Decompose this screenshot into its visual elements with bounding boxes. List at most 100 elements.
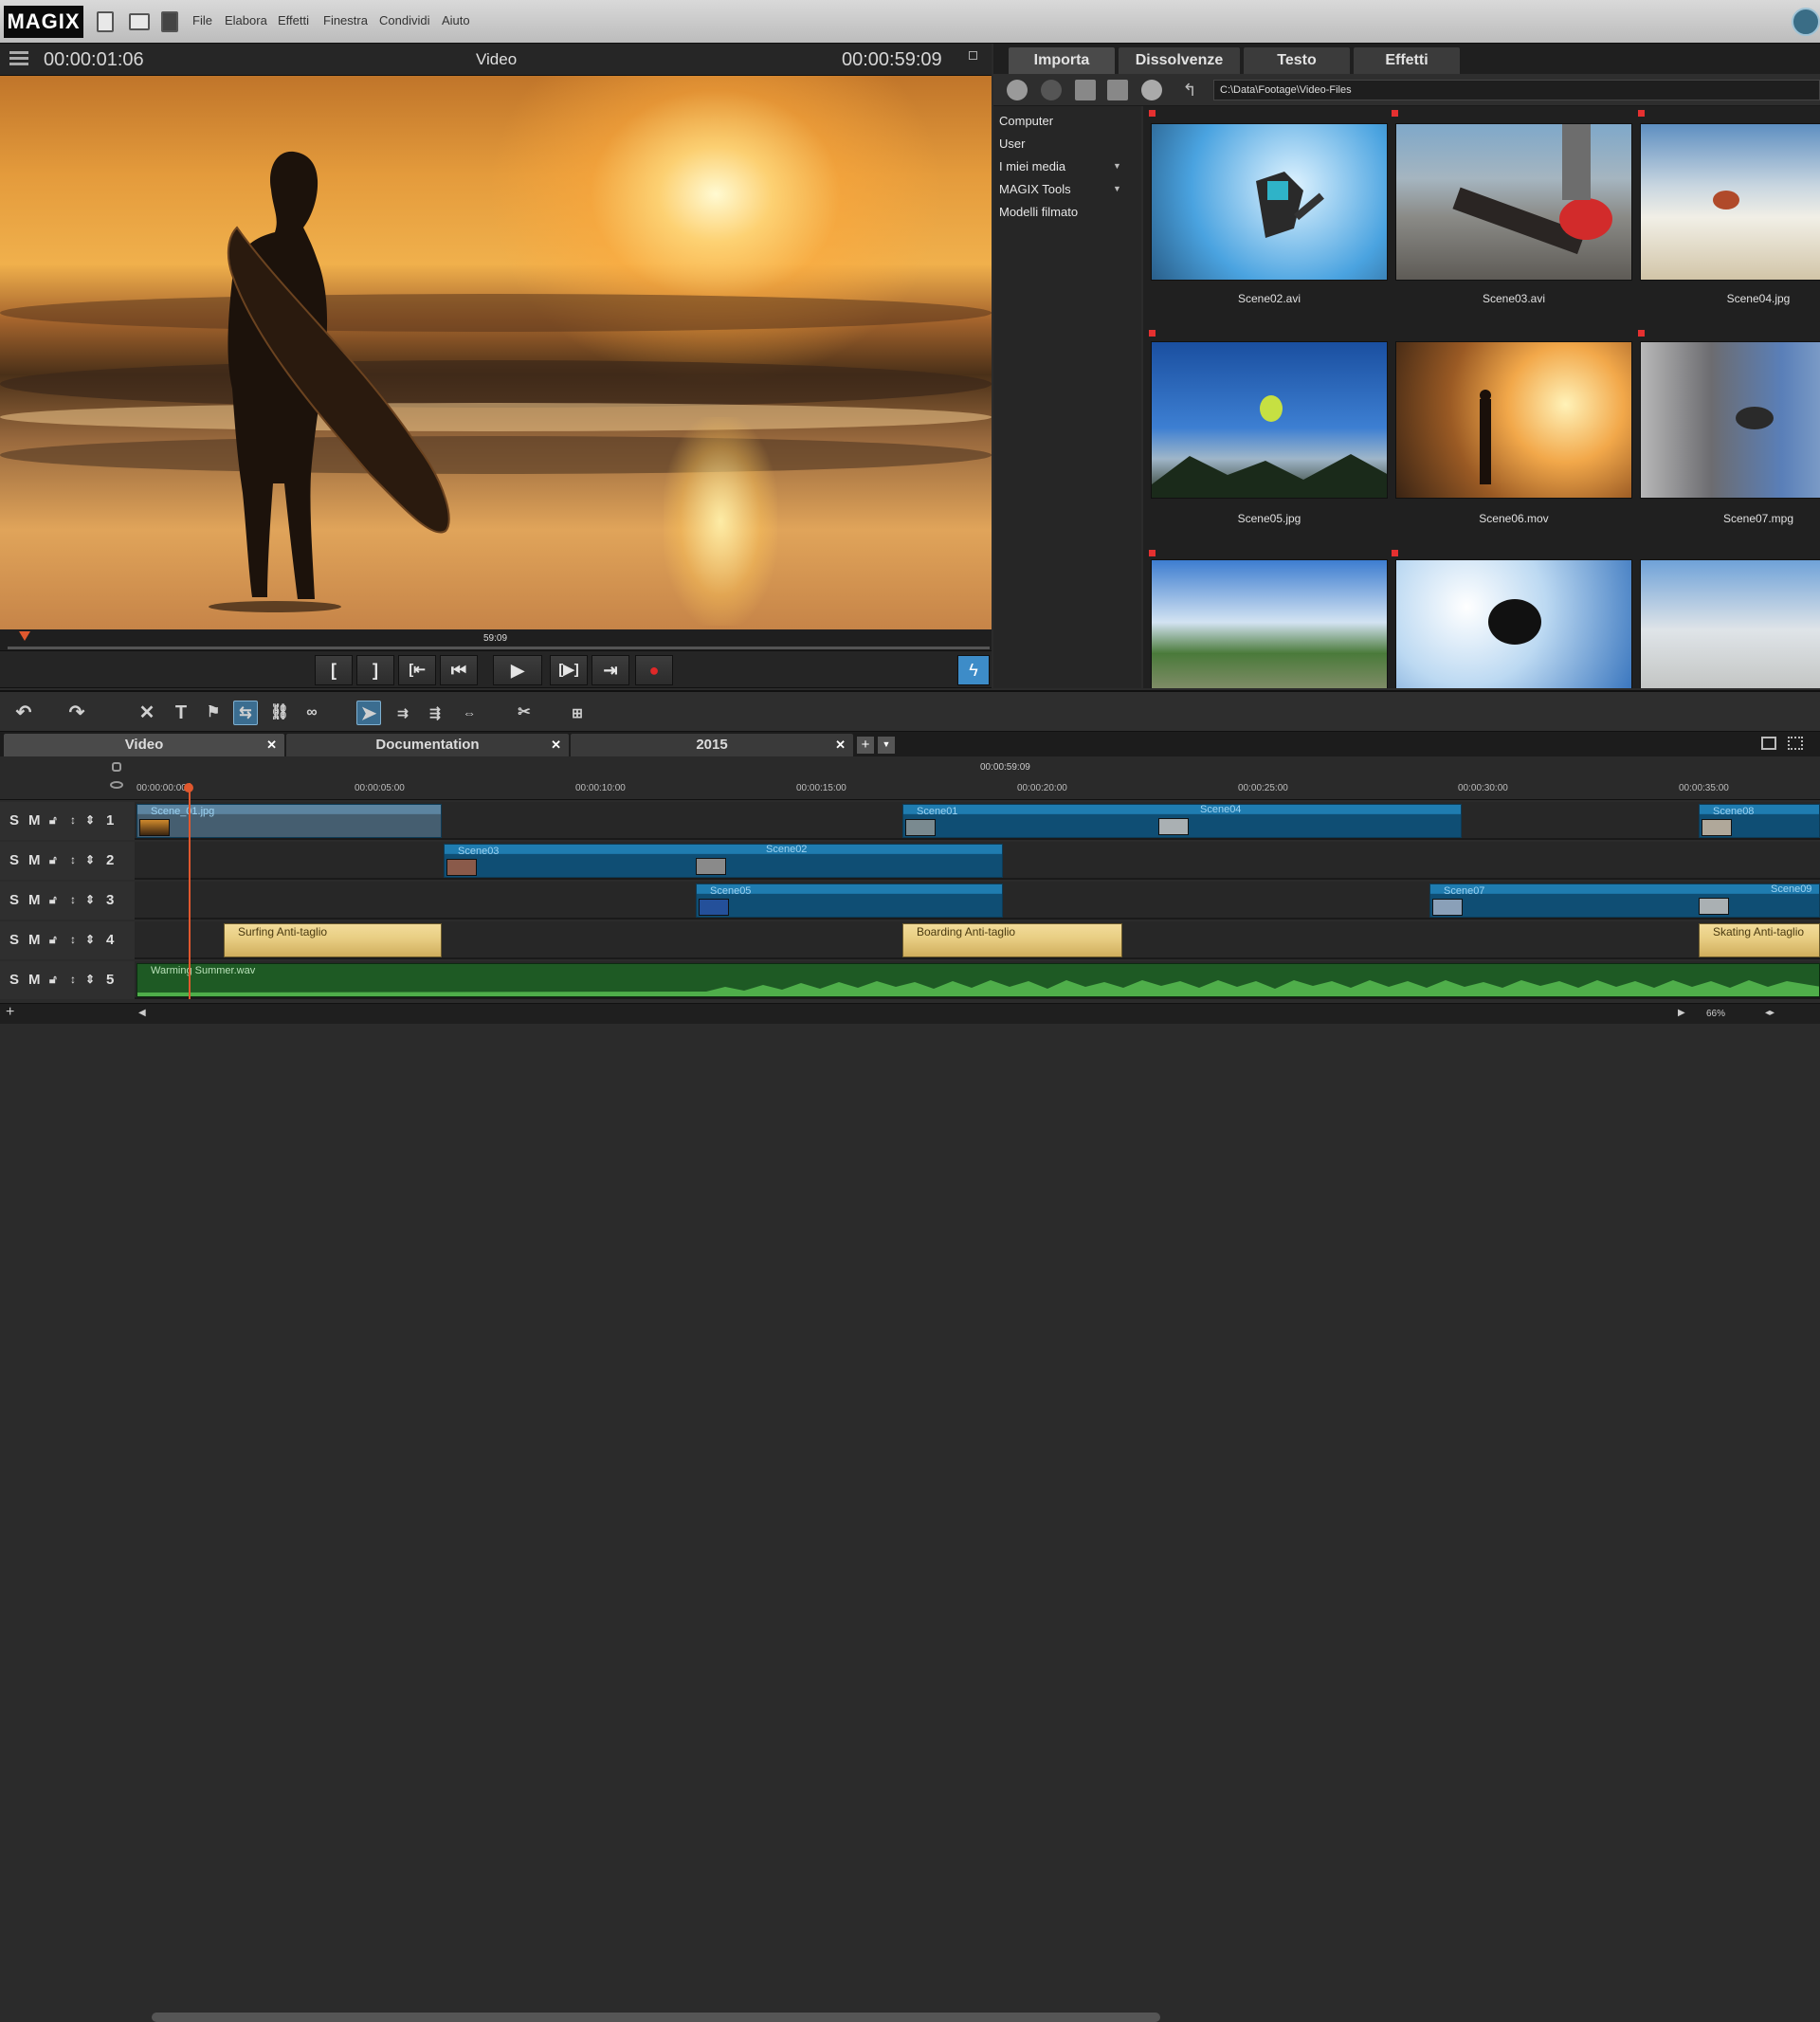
stretch-tool-icon[interactable]: ⇔ — [457, 701, 482, 725]
new-file-icon[interactable] — [97, 11, 114, 32]
link-icon[interactable]: ⛓ — [267, 701, 292, 725]
flash-render-icon[interactable]: ϟ — [957, 655, 990, 685]
close-icon[interactable]: ✕ — [266, 734, 277, 756]
tab-video[interactable]: Video ✕ — [4, 734, 284, 756]
multi-track-tool-icon[interactable]: ⇶ — [423, 701, 447, 725]
single-view-icon[interactable] — [1761, 737, 1776, 750]
tree-item-movie-templates[interactable]: Modelli filmato — [999, 205, 1078, 219]
collapse-icon[interactable]: ⇕ — [85, 973, 95, 986]
scroll-left-icon[interactable]: ◀ — [138, 1008, 146, 1018]
tree-item-computer[interactable]: Computer — [999, 114, 1053, 128]
hamburger-menu-icon[interactable] — [9, 51, 28, 54]
title-text-icon[interactable]: T — [169, 701, 193, 725]
mark-in-button[interactable]: [ — [315, 655, 353, 685]
menu-aiuto[interactable]: Aiuto — [442, 13, 470, 27]
mute-button[interactable]: M — [28, 892, 41, 908]
solo-button[interactable]: S — [9, 892, 19, 908]
delete-icon[interactable]: ✕ — [135, 701, 159, 725]
tab-dissolvenze[interactable]: Dissolvenze — [1119, 47, 1240, 74]
thumbnail-scene02[interactable] — [1151, 123, 1388, 281]
ripple-mode-icon[interactable]: ⇆ — [233, 701, 258, 725]
mute-button[interactable]: M — [28, 812, 41, 829]
maximize-icon[interactable] — [969, 51, 977, 60]
tab-testo[interactable]: Testo — [1244, 47, 1350, 74]
title-clip[interactable]: Boarding Anti-taglio — [902, 923, 1122, 957]
unlink-icon[interactable]: ∞ — [300, 701, 324, 725]
eye-icon[interactable] — [110, 781, 123, 789]
scrub-handle-icon[interactable] — [19, 631, 30, 641]
lock-icon[interactable] — [112, 762, 121, 772]
zoom-fit-icon[interactable]: ⊞ — [565, 701, 590, 725]
collapse-icon[interactable]: ⇕ — [85, 853, 95, 866]
lock-icon[interactable]: 🔓︎ — [49, 853, 57, 867]
menu-finestra[interactable]: Finestra — [323, 13, 368, 27]
thumbnail-scene09[interactable] — [1395, 559, 1632, 688]
mute-button[interactable]: M — [28, 852, 41, 868]
zoom-level[interactable]: 66% — [1706, 1009, 1725, 1019]
tab-importa[interactable]: Importa — [1009, 47, 1115, 74]
tab-2015[interactable]: 2015 ✕ — [571, 734, 853, 756]
collapse-icon[interactable]: ⇕ — [85, 893, 95, 906]
menu-condividi[interactable]: Condividi — [379, 13, 429, 27]
height-arrows-icon[interactable]: ↕ — [70, 973, 76, 986]
thumbnail-scene06[interactable] — [1395, 341, 1632, 499]
folder-tree-icon[interactable] — [1075, 80, 1096, 100]
cut-tool-icon[interactable]: ✂ — [512, 701, 537, 725]
scrub-track[interactable] — [8, 647, 990, 649]
clip[interactable]: Scene_01.jpg — [136, 804, 442, 838]
timeline-ruler[interactable]: 00:00:59:09 00:00:00:00 00:00:05:00 00:0… — [0, 756, 1820, 800]
thumbnail-scene04[interactable] — [1640, 123, 1820, 281]
collapse-icon[interactable]: ⇕ — [85, 813, 95, 827]
height-arrows-icon[interactable]: ↕ — [70, 813, 76, 827]
playhead[interactable] — [189, 783, 191, 999]
marker-flag-icon[interactable]: ⚑ — [201, 701, 226, 725]
back-arrow-icon[interactable] — [1007, 80, 1028, 100]
go-to-in-button[interactable]: [⇤ — [398, 655, 436, 685]
mark-out-button[interactable]: ] — [356, 655, 394, 685]
horizontal-scrollbar[interactable] — [152, 2013, 1160, 2022]
thumbnail-scene10[interactable] — [1640, 559, 1820, 688]
mute-button[interactable]: M — [28, 972, 41, 988]
lock-icon[interactable]: 🔓︎ — [49, 893, 57, 907]
range-tool-icon[interactable]: ⇉ — [391, 701, 415, 725]
play-in-out-button[interactable]: [▶] — [550, 655, 588, 685]
close-icon[interactable]: ✕ — [551, 734, 561, 756]
menu-elabora[interactable]: Elabora — [225, 13, 267, 27]
previous-marker-button[interactable]: ⏮ — [440, 655, 478, 685]
lock-icon[interactable]: 🔓︎ — [49, 973, 57, 987]
gear-icon[interactable] — [1141, 80, 1162, 100]
open-folder-icon[interactable] — [129, 13, 150, 30]
tab-menu-chevron-icon[interactable]: ▼ — [878, 737, 895, 754]
next-marker-button[interactable]: ⇥ — [592, 655, 629, 685]
height-arrows-icon[interactable]: ↕ — [70, 853, 76, 866]
audio-clip[interactable]: Warming Summer.wav — [136, 963, 1820, 997]
solo-button[interactable]: S — [9, 972, 19, 988]
thumbnail-scene05[interactable] — [1151, 341, 1388, 499]
height-arrows-icon[interactable]: ↕ — [70, 933, 76, 946]
clip[interactable]: Scene05 — [696, 883, 1003, 918]
tab-effetti[interactable]: Effetti — [1354, 47, 1460, 74]
path-field[interactable]: C:\Data\Footage\Video-Files — [1213, 80, 1820, 100]
title-clip[interactable]: Skating Anti-taglio — [1699, 923, 1820, 957]
chevron-down-icon[interactable]: ▼ — [1113, 161, 1121, 171]
preview-scrubber[interactable]: 59:09 — [0, 629, 992, 650]
title-clip[interactable]: Surfing Anti-taglio — [224, 923, 442, 957]
video-preview[interactable] — [0, 76, 992, 629]
add-track-icon[interactable]: + — [6, 1004, 14, 1021]
help-globe-icon[interactable] — [1792, 8, 1820, 36]
binoculars-icon[interactable] — [1107, 80, 1128, 100]
record-button[interactable]: ● — [635, 655, 673, 685]
clip[interactable]: Scene07 — [1429, 883, 1820, 918]
up-folder-icon[interactable]: ↰ — [1179, 80, 1200, 100]
menu-effetti[interactable]: Effetti — [278, 13, 309, 27]
pointer-tool-icon[interactable]: ➤ — [356, 701, 381, 725]
lock-icon[interactable]: 🔓︎ — [49, 813, 57, 828]
add-tab-icon[interactable]: + — [857, 737, 874, 754]
zoom-arrows-icon[interactable]: ◂▸ — [1765, 1008, 1774, 1018]
clip[interactable]: Scene08 — [1699, 804, 1820, 838]
solo-button[interactable]: S — [9, 932, 19, 948]
chevron-down-icon[interactable]: ▼ — [1113, 184, 1121, 193]
save-icon[interactable] — [161, 11, 178, 32]
mute-button[interactable]: M — [28, 932, 41, 948]
height-arrows-icon[interactable]: ↕ — [70, 893, 76, 906]
